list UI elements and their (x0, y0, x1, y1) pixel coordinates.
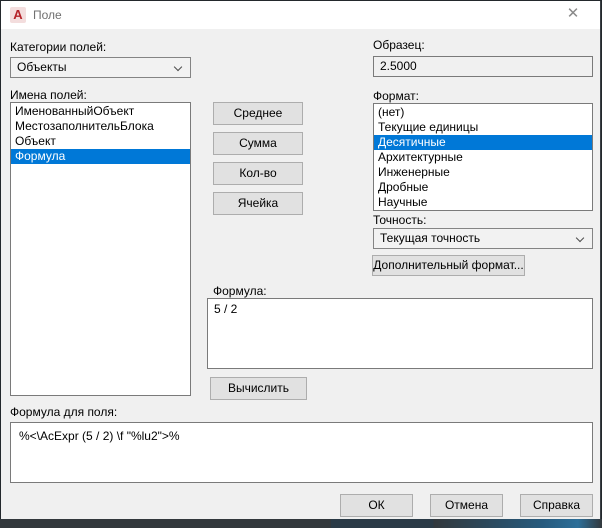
field-expression-label: Формула для поля: (10, 405, 118, 419)
formula-label: Формула: (213, 284, 267, 298)
background-app-strip (0, 519, 602, 528)
list-item[interactable]: Формула (11, 149, 190, 164)
help-button[interactable]: Справка (520, 494, 593, 517)
list-item[interactable]: Научные (374, 195, 592, 210)
precision-dropdown[interactable]: Текущая точность (373, 228, 593, 249)
list-item[interactable]: Инженерные (374, 165, 592, 180)
dialog-title: Поле (33, 8, 62, 22)
sample-label: Образец: (373, 38, 425, 52)
cell-button[interactable]: Ячейка (213, 192, 303, 215)
field-categories-label: Категории полей: (10, 40, 107, 54)
field-category-dropdown[interactable]: Объекты (10, 57, 191, 78)
additional-format-button[interactable]: Дополнительный формат... (372, 255, 525, 276)
sum-button[interactable]: Сумма (213, 132, 303, 155)
list-item[interactable]: Объект (11, 134, 190, 149)
evaluate-button[interactable]: Вычислить (210, 377, 307, 400)
sample-value: 2.5000 (380, 59, 417, 73)
average-button[interactable]: Среднее (213, 102, 303, 125)
chevron-down-icon (173, 62, 183, 72)
cancel-button[interactable]: Отмена (430, 494, 503, 517)
title-bar: A Поле ✕ (1, 1, 600, 29)
list-item[interactable]: Архитектурные (374, 150, 592, 165)
field-expression-box: %<\AcExpr (5 / 2) \f "%lu2">% (10, 422, 593, 483)
precision-label: Точность: (373, 213, 427, 227)
field-category-value: Объекты (17, 60, 67, 74)
list-item[interactable]: МестозаполнительБлока (11, 119, 190, 134)
list-item[interactable]: Дробные (374, 180, 592, 195)
formula-input[interactable]: 5 / 2 (207, 298, 593, 369)
ok-button[interactable]: ОК (340, 494, 413, 517)
list-item[interactable]: ИменованныйОбъект (11, 104, 190, 119)
sample-value-field: 2.5000 (373, 56, 593, 77)
autocad-logo-icon: A (10, 7, 26, 23)
close-icon[interactable]: ✕ (552, 1, 594, 29)
precision-value: Текущая точность (380, 231, 481, 245)
list-item[interactable]: Текущие единицы (374, 120, 592, 135)
list-item[interactable]: (нет) (374, 105, 592, 120)
list-item[interactable]: Десятичные (374, 135, 592, 150)
chevron-down-icon (575, 233, 585, 243)
field-dialog: A Поле ✕ Категории полей: Объекты Имена … (1, 1, 601, 519)
field-names-list[interactable]: ИменованныйОбъект МестозаполнительБлока Об… (10, 102, 191, 396)
format-label: Формат: (373, 89, 419, 103)
format-list[interactable]: (нет) Текущие единицы Десятичные Архитектур… (373, 103, 593, 211)
count-button[interactable]: Кол-во (213, 162, 303, 185)
field-names-label: Имена полей: (10, 88, 87, 102)
